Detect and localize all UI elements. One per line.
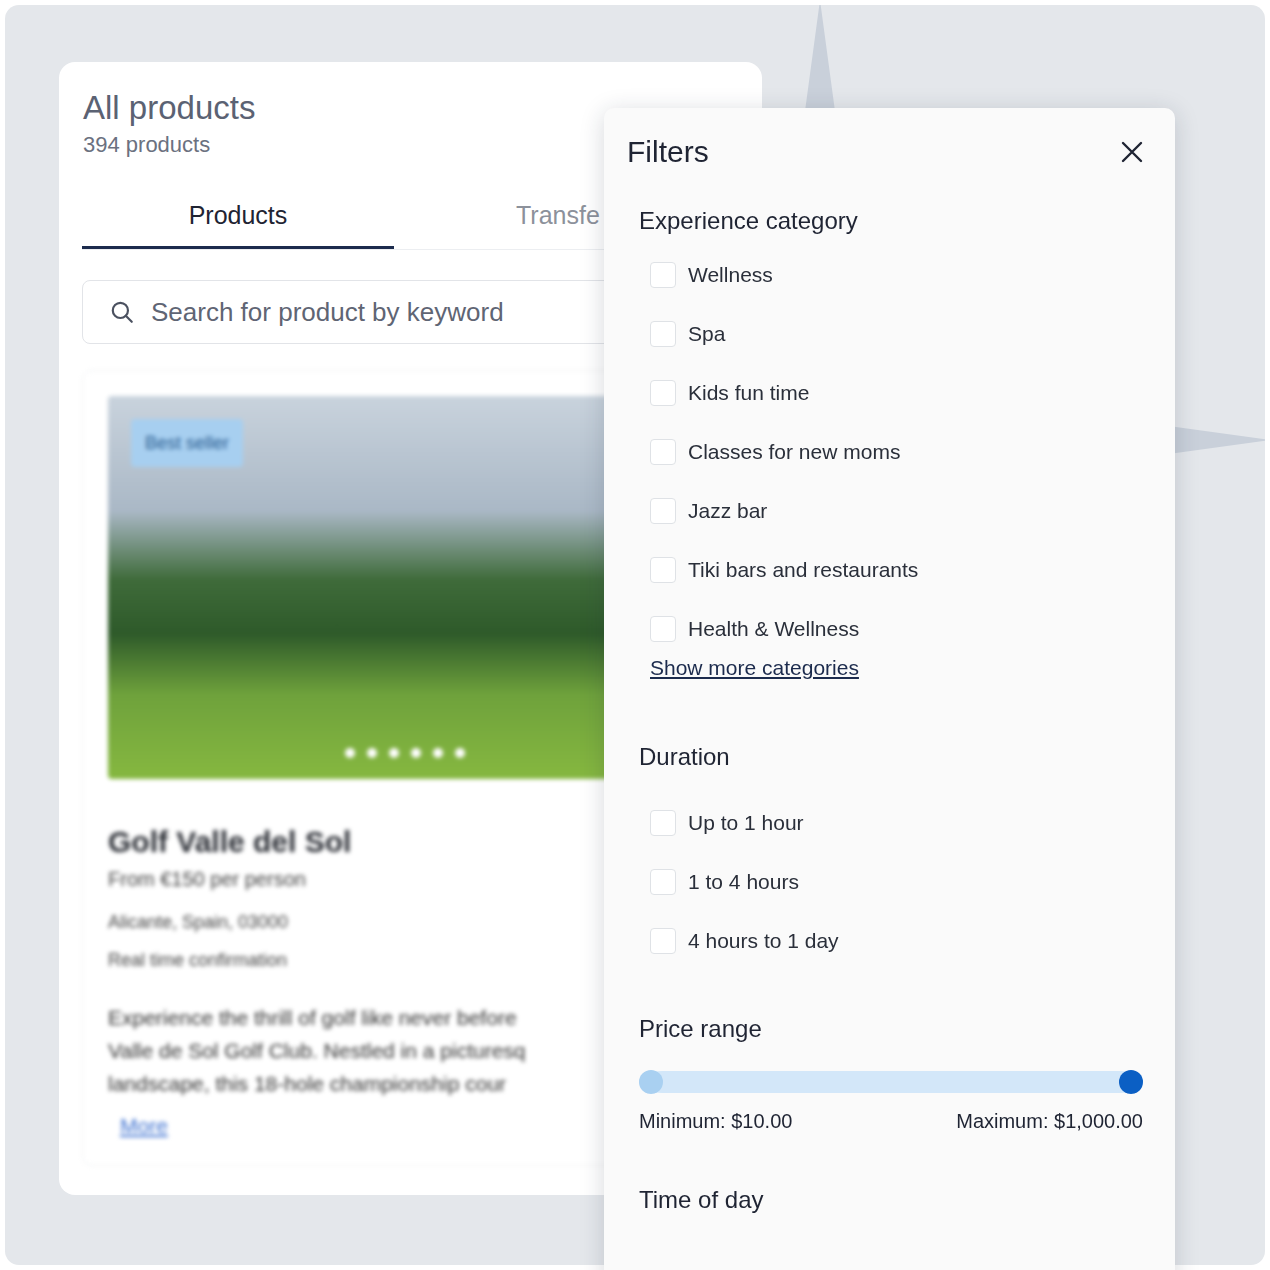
checkbox[interactable] [650,616,676,642]
checkbox[interactable] [650,321,676,347]
category-section: Experience category Wellness Spa Kids fun t… [639,205,1140,682]
checkbox-label: 1 to 4 hours [688,868,799,896]
checkbox-row[interactable]: Tiki bars and restaurants [650,540,1140,599]
duration-section: Duration Up to 1 hour 1 to 4 hours 4 hours … [639,741,1140,970]
checkbox[interactable] [650,557,676,583]
price-min: Minimum: $10.00 [639,1108,792,1134]
checkbox[interactable] [650,262,676,288]
slider-fill [651,1071,1131,1093]
checkbox-list: Up to 1 hour 1 to 4 hours 4 hours to 1 day [639,793,1140,970]
slider-min-handle[interactable] [639,1070,663,1094]
tab-label: Transfe [516,201,600,229]
checkbox[interactable] [650,498,676,524]
checkbox-label: Health & Wellness [688,615,859,643]
filters-body: Experience category Wellness Spa Kids fun t… [604,205,1175,1216]
checkbox-label: Up to 1 hour [688,809,804,837]
tab-label: Products [189,198,288,232]
carousel-dot[interactable] [389,748,399,758]
filters-title: Filters [627,134,709,170]
section-title: Price range [639,1013,1140,1045]
slider-max-handle[interactable] [1119,1070,1143,1094]
checkbox[interactable] [650,928,676,954]
tab[interactable]: Products [82,198,394,249]
price-max: Maximum: $1,000.00 [956,1108,1143,1134]
price-section: Price range Minimum: $10.00 Maximum: $1,00… [639,1013,1140,1134]
checkbox-row[interactable]: Health & Wellness [650,599,1140,658]
tab[interactable]: Transfe [394,198,600,249]
filters-panel: Filters Experience category Wellness Spa Kid… [604,108,1175,1270]
checkbox-row[interactable]: 1 to 4 hours [650,852,1140,911]
checkbox-label: Spa [688,320,725,348]
checkbox-row[interactable]: 4 hours to 1 day [650,911,1140,970]
badge: Best seller [131,419,243,467]
checkbox-label: Tiki bars and restaurants [688,556,918,584]
checkbox-row[interactable]: Kids fun time [650,363,1140,422]
section-title: Duration [639,741,1140,773]
checkbox[interactable] [650,810,676,836]
checkbox-list: Wellness Spa Kids fun time Classes for new … [639,245,1140,658]
filters-header: Filters [604,108,1175,170]
carousel-dot[interactable] [455,748,465,758]
checkbox-label: Jazz bar [688,497,767,525]
price-labels: Minimum: $10.00 Maximum: $1,000.00 [639,1108,1143,1134]
checkbox-row[interactable]: Wellness [650,245,1140,304]
close-icon [1120,140,1144,164]
carousel-dot[interactable] [367,748,377,758]
checkbox-row[interactable]: Spa [650,304,1140,363]
section-title: Experience category [639,205,1140,237]
show-more-link[interactable]: Show more categories [650,655,859,681]
checkbox[interactable] [650,869,676,895]
checkbox-label: Kids fun time [688,379,809,407]
section-title: Time of day [639,1184,1140,1216]
close-button[interactable] [1117,137,1147,167]
checkbox-label: Wellness [688,261,773,289]
checkbox-label: 4 hours to 1 day [688,927,839,955]
checkbox[interactable] [650,439,676,465]
checkbox-label: Classes for new moms [688,438,900,466]
checkbox-row[interactable]: Classes for new moms [650,422,1140,481]
checkbox-row[interactable]: Up to 1 hour [650,793,1140,852]
checkbox[interactable] [650,380,676,406]
price-slider[interactable] [639,1070,1143,1094]
search-icon [109,299,135,325]
badge-label: Best seller [145,430,229,457]
carousel-dot[interactable] [433,748,443,758]
time-section: Time of day [639,1184,1140,1216]
checkbox-row[interactable]: Jazz bar [650,481,1140,540]
carousel-dot[interactable] [411,748,421,758]
carousel-dot[interactable] [345,748,355,758]
carousel-dots [345,748,465,758]
